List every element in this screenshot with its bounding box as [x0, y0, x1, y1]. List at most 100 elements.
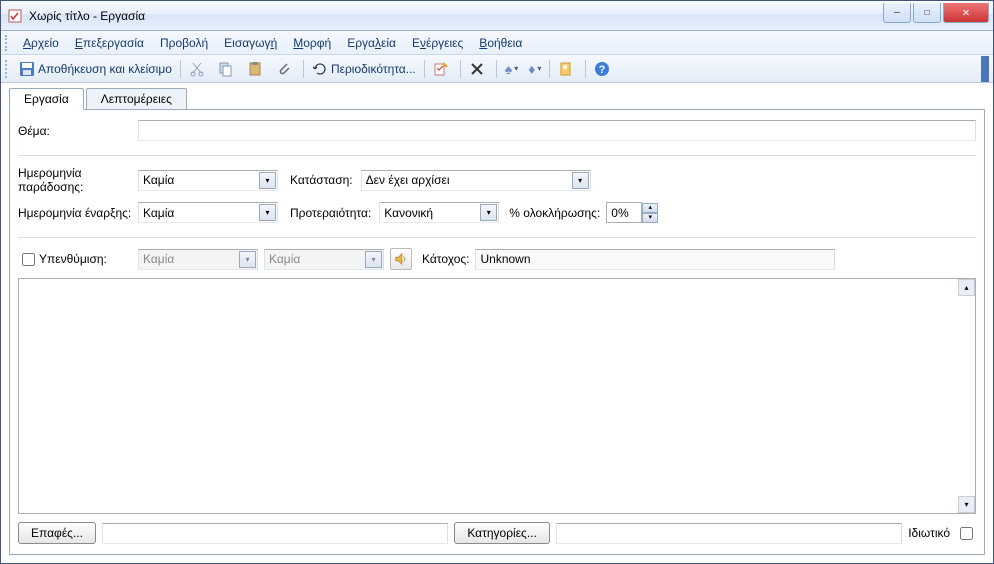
separator: [549, 60, 550, 78]
divider: [18, 237, 976, 238]
dropdown-icon: ▾: [259, 172, 276, 189]
footer-row: Επαφές... Κατηγορίες... Ιδιωτικό: [18, 522, 976, 544]
recurrence-icon: [312, 61, 328, 77]
scroll-down-button[interactable]: ▾: [958, 496, 975, 513]
menu-tools[interactable]: Εργαλεία: [339, 34, 404, 52]
scroll-up-button[interactable]: ▴: [958, 279, 975, 296]
menu-insert[interactable]: Εισαγωγή: [216, 34, 285, 52]
reminder-checkbox[interactable]: [22, 253, 35, 266]
assign-task-button[interactable]: [429, 59, 456, 79]
reminder-check-wrap: Υπενθύμιση:: [18, 250, 138, 269]
divider: [18, 155, 976, 156]
maximize-button[interactable]: ☐: [913, 3, 941, 23]
save-close-button[interactable]: Αποθήκευση και κλείσιμο: [15, 59, 176, 79]
attach-button[interactable]: [272, 59, 299, 79]
notes-textarea[interactable]: ▴ ▾: [18, 278, 976, 514]
cut-icon: [189, 61, 205, 77]
copy-icon: [218, 61, 234, 77]
help-button[interactable]: ?: [590, 59, 617, 79]
dropdown-icon: ▾: [239, 251, 256, 268]
categories-input[interactable]: [556, 523, 902, 544]
delete-button[interactable]: [465, 59, 492, 79]
arrow-down-icon: ♦: [528, 61, 535, 77]
save-icon: [19, 61, 35, 77]
start-date-combo[interactable]: Καμία ▾: [138, 202, 278, 223]
status-label: Κατάσταση:: [290, 173, 353, 187]
status-combo[interactable]: Δεν έχει αρχίσει ▾: [361, 170, 591, 191]
prev-item-button[interactable]: ♠▾: [501, 59, 522, 79]
attach-icon: [276, 61, 292, 77]
content-area: Εργασία Λεπτομέρειες Θέμα: Ημερομηνία πα…: [1, 83, 993, 563]
delete-icon: [469, 61, 485, 77]
next-item-button[interactable]: ♦▾: [524, 59, 545, 79]
owner-label: Κάτοχος:: [422, 252, 469, 266]
toolbar: Αποθήκευση και κλείσιμο Περιοδικότητα...…: [1, 55, 993, 83]
contacts-input[interactable]: [102, 523, 448, 544]
due-label: Ημερομηνία παράδοσης:: [18, 166, 138, 194]
minimize-button[interactable]: —: [883, 3, 911, 23]
subject-input[interactable]: [138, 120, 976, 141]
menu-view[interactable]: Προβολή: [152, 34, 216, 52]
menu-actions[interactable]: Ενέργειες: [404, 34, 471, 52]
address-icon: [558, 61, 574, 77]
menu-help[interactable]: Βοήθεια: [471, 34, 530, 52]
pct-complete-spin[interactable]: ▴ ▾: [606, 202, 658, 223]
priority-label: Προτεραιότητα:: [290, 206, 371, 220]
categories-button[interactable]: Κατηγορίες...: [454, 522, 550, 544]
start-label: Ημερομηνία έναρξης:: [18, 206, 138, 220]
dropdown-icon: ▾: [365, 251, 382, 268]
pct-input[interactable]: [606, 202, 642, 223]
spin-up[interactable]: ▴: [642, 203, 658, 213]
menu-file[interactable]: Αρχείο: [15, 34, 67, 52]
sound-icon: [394, 252, 408, 266]
spin-down[interactable]: ▾: [642, 213, 658, 223]
copy-button[interactable]: [214, 59, 241, 79]
separator: [303, 60, 304, 78]
task-window: Χωρίς τίτλο - Εργασία — ☐ ✕ Αρχείο Επεξε…: [0, 0, 994, 564]
paste-button[interactable]: [243, 59, 270, 79]
dropdown-icon: ▾: [514, 64, 518, 73]
reminder-label: Υπενθύμιση:: [39, 252, 107, 266]
reminder-sound-button[interactable]: [390, 248, 412, 270]
separator: [585, 60, 586, 78]
recurrence-button[interactable]: Περιοδικότητα...: [308, 59, 420, 79]
svg-text:?: ?: [599, 64, 606, 76]
dropdown-icon: ▾: [572, 172, 589, 189]
contacts-button[interactable]: Επαφές...: [18, 522, 96, 544]
private-label: Ιδιωτικό: [908, 526, 950, 540]
help-icon: ?: [594, 61, 610, 77]
paste-icon: [247, 61, 263, 77]
menu-format[interactable]: Μορφή: [285, 34, 339, 52]
pct-label: % ολοκλήρωσης:: [509, 206, 600, 220]
close-button[interactable]: ✕: [943, 3, 989, 23]
window-title: Χωρίς τίτλο - Εργασία: [29, 9, 881, 23]
menubar: Αρχείο Επεξεργασία Προβολή Εισαγωγή Μορφ…: [1, 31, 993, 55]
private-checkbox[interactable]: [960, 527, 973, 540]
subject-label: Θέμα:: [18, 124, 138, 138]
address-book-button[interactable]: [554, 59, 581, 79]
titlebar: Χωρίς τίτλο - Εργασία — ☐ ✕: [1, 1, 993, 31]
toolbar-overflow[interactable]: [981, 56, 989, 82]
dropdown-icon: ▾: [259, 204, 276, 221]
owner-field: [475, 249, 835, 270]
menu-edit[interactable]: Επεξεργασία: [67, 34, 152, 52]
menubar-grip[interactable]: [5, 35, 11, 51]
arrow-up-icon: ♠: [505, 61, 512, 77]
app-icon: [7, 8, 23, 24]
cut-button[interactable]: [185, 59, 212, 79]
separator: [496, 60, 497, 78]
tab-task[interactable]: Εργασία: [9, 88, 84, 110]
priority-combo[interactable]: Κανονική ▾: [379, 202, 499, 223]
reminder-date-combo: Καμία ▾: [138, 249, 258, 270]
separator: [180, 60, 181, 78]
tab-details[interactable]: Λεπτομέρειες: [86, 88, 187, 110]
separator: [460, 60, 461, 78]
dropdown-icon: ▾: [537, 64, 541, 73]
dropdown-icon: ▾: [480, 204, 497, 221]
toolbar-grip[interactable]: [5, 60, 11, 78]
task-panel: Θέμα: Ημερομηνία παράδοσης: Καμία ▾ Κατά…: [9, 110, 985, 555]
separator: [424, 60, 425, 78]
due-date-combo[interactable]: Καμία ▾: [138, 170, 278, 191]
window-controls: — ☐ ✕: [881, 3, 989, 23]
assign-icon: [433, 61, 449, 77]
